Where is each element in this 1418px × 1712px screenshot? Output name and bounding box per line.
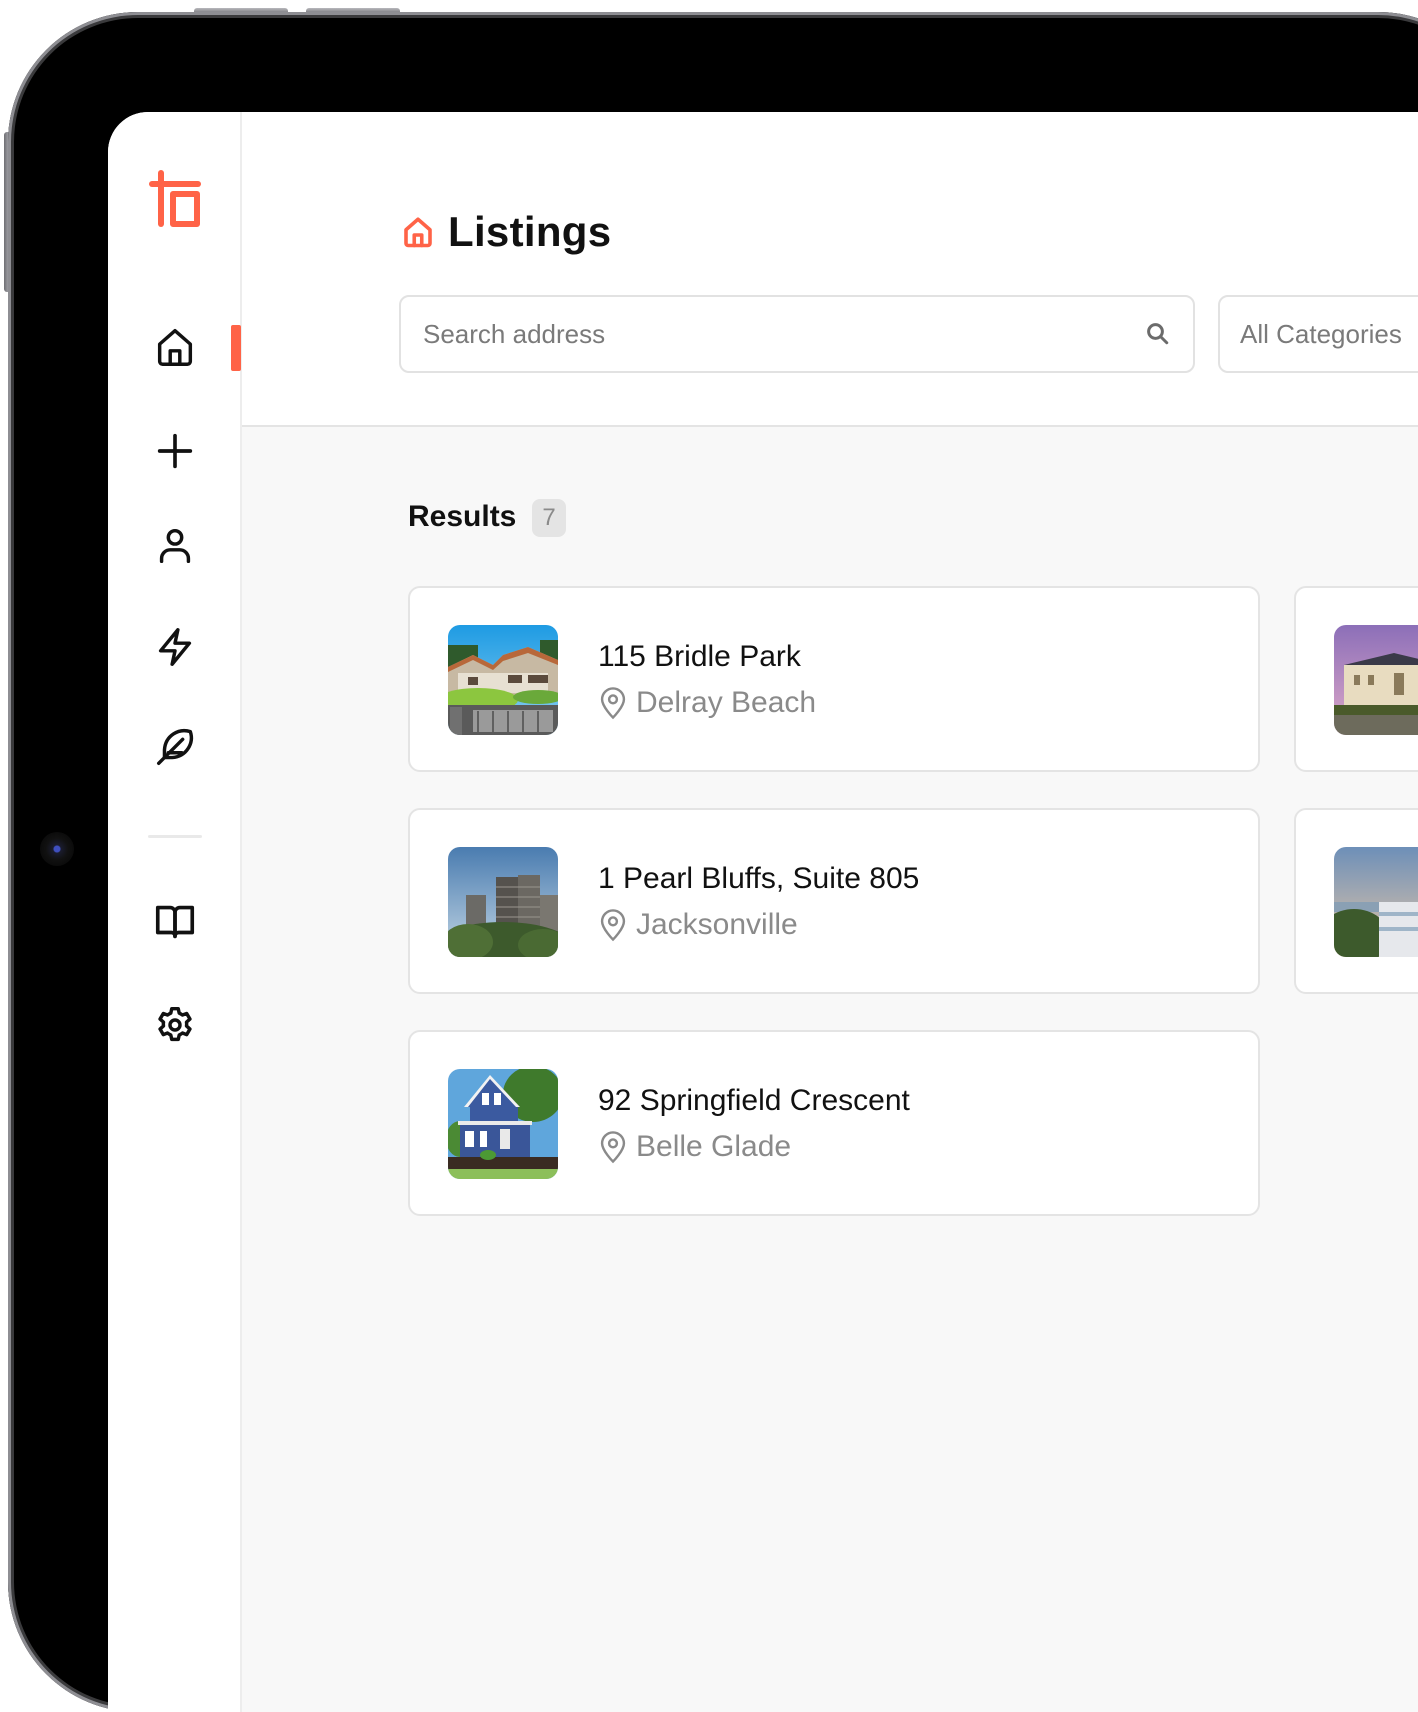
search-field[interactable] bbox=[399, 295, 1195, 373]
sidebar bbox=[108, 112, 242, 1712]
listing-city: Belle Glade bbox=[636, 1130, 792, 1163]
listing-card[interactable]: 1 Pearl Bluffs, Suite 805 Jacksonville bbox=[408, 808, 1260, 994]
mansion-photo bbox=[1334, 625, 1418, 735]
map-pin-icon bbox=[600, 687, 626, 720]
listing-location: Belle Glade bbox=[598, 1130, 791, 1164]
sidebar-item-docs[interactable] bbox=[150, 896, 200, 946]
listing-card[interactable] bbox=[1294, 586, 1418, 772]
results-count-badge: 7 bbox=[532, 499, 566, 537]
sidebar-item-settings[interactable] bbox=[150, 1000, 200, 1050]
sidebar-item-profile[interactable] bbox=[150, 521, 200, 571]
sidebar-divider bbox=[148, 835, 202, 838]
listing-city: Jacksonville bbox=[636, 908, 798, 941]
listing-location: Delray Beach bbox=[598, 686, 816, 720]
category-select-value: All Categories bbox=[1240, 318, 1402, 349]
results-heading: Results bbox=[408, 500, 517, 533]
category-select[interactable]: All Categories bbox=[1218, 295, 1418, 373]
sidebar-item-add[interactable] bbox=[150, 426, 200, 476]
app-screen: Listings All Categories Results 7 bbox=[108, 112, 1418, 1712]
blue-house-photo bbox=[448, 1069, 558, 1179]
plus-icon bbox=[157, 433, 193, 469]
listing-city: Delray Beach bbox=[636, 686, 817, 719]
book-icon bbox=[155, 905, 195, 939]
page-title: Listings bbox=[448, 208, 612, 255]
gear-icon bbox=[158, 1006, 192, 1042]
lightning-icon bbox=[158, 628, 192, 666]
apartment-towers-photo bbox=[448, 847, 558, 957]
page-header: Listings All Categories bbox=[242, 112, 1418, 427]
home-icon bbox=[157, 328, 193, 366]
user-icon bbox=[159, 528, 191, 564]
listing-address: 115 Bridle Park bbox=[598, 640, 801, 673]
page-title-group: Listings bbox=[400, 208, 611, 256]
waterfront-building-photo bbox=[1334, 847, 1418, 957]
map-pin-icon bbox=[600, 909, 626, 942]
active-indicator bbox=[231, 325, 241, 371]
brand-logo-icon[interactable] bbox=[148, 170, 204, 230]
front-camera bbox=[40, 832, 74, 866]
listing-location: Jacksonville bbox=[598, 908, 798, 942]
house-photo bbox=[448, 625, 558, 735]
listing-address: 92 Springfield Crescent bbox=[598, 1084, 910, 1117]
listing-card[interactable]: 92 Springfield Crescent Belle Glade bbox=[408, 1030, 1260, 1216]
sidebar-item-activity[interactable] bbox=[150, 622, 200, 672]
search-icon[interactable] bbox=[1143, 319, 1173, 349]
sidebar-item-feather[interactable] bbox=[150, 722, 200, 772]
feather-icon bbox=[156, 729, 193, 766]
search-input[interactable] bbox=[421, 317, 1143, 351]
home-icon bbox=[404, 217, 432, 248]
listing-address: 1 Pearl Bluffs, Suite 805 bbox=[598, 862, 920, 895]
sidebar-item-home[interactable] bbox=[150, 322, 200, 372]
listing-card[interactable]: 115 Bridle Park Delray Beach bbox=[408, 586, 1260, 772]
listing-card[interactable] bbox=[1294, 808, 1418, 994]
map-pin-icon bbox=[600, 1131, 626, 1164]
